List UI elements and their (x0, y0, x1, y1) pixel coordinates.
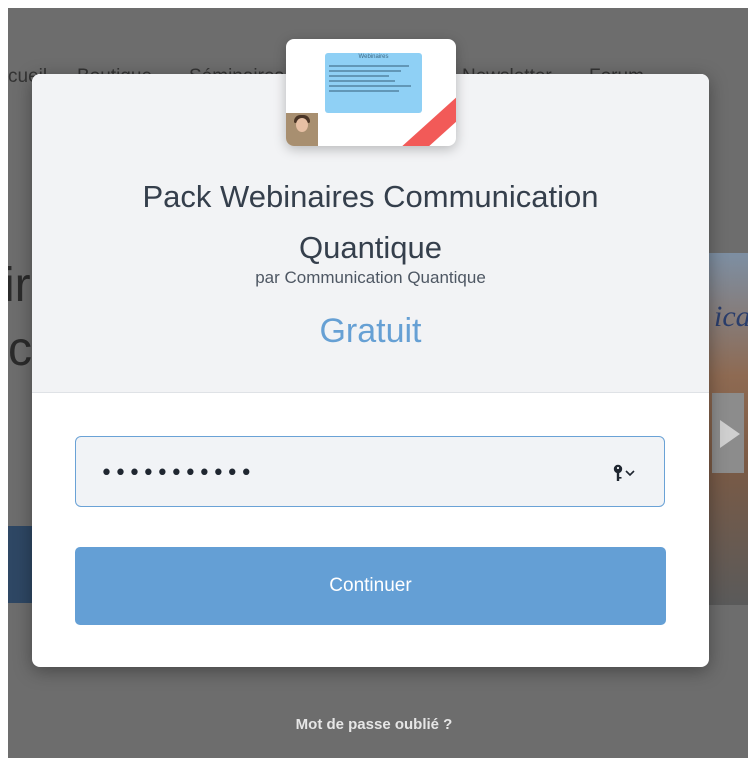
product-price: Gratuit (319, 312, 422, 350)
product-title: Pack Webinaires Communication Quantique (142, 179, 599, 265)
purchase-modal: Pack Webinaires Communication Quantique … (32, 74, 709, 667)
thumbnail-text-line (329, 80, 395, 82)
product-byline: par Communication Quantique (255, 268, 486, 287)
thumbnail-text-line (329, 85, 411, 87)
thumbnail-text-line (329, 75, 389, 77)
play-icon (720, 420, 740, 448)
thumbnail-title: Webinaires (358, 54, 389, 60)
thumbnail-text-line (329, 90, 399, 92)
password-key-icon[interactable] (612, 463, 638, 483)
continue-button[interactable]: Continuer (75, 547, 666, 625)
background-video-text: ica (714, 300, 748, 333)
background-heading-fragment: c (8, 323, 32, 376)
forgot-password-link[interactable]: Mot de passe oublié ? (0, 716, 748, 733)
author-face (296, 118, 308, 132)
product-thumbnail: Webinaires (286, 39, 456, 146)
thumbnail-text-line (329, 70, 401, 72)
thumbnail-text-line (329, 65, 409, 67)
password-field[interactable] (75, 436, 665, 507)
password-input[interactable] (98, 455, 582, 491)
thumbnail-card: Webinaires (325, 53, 422, 113)
background-heading-fragment: ir (8, 259, 31, 312)
